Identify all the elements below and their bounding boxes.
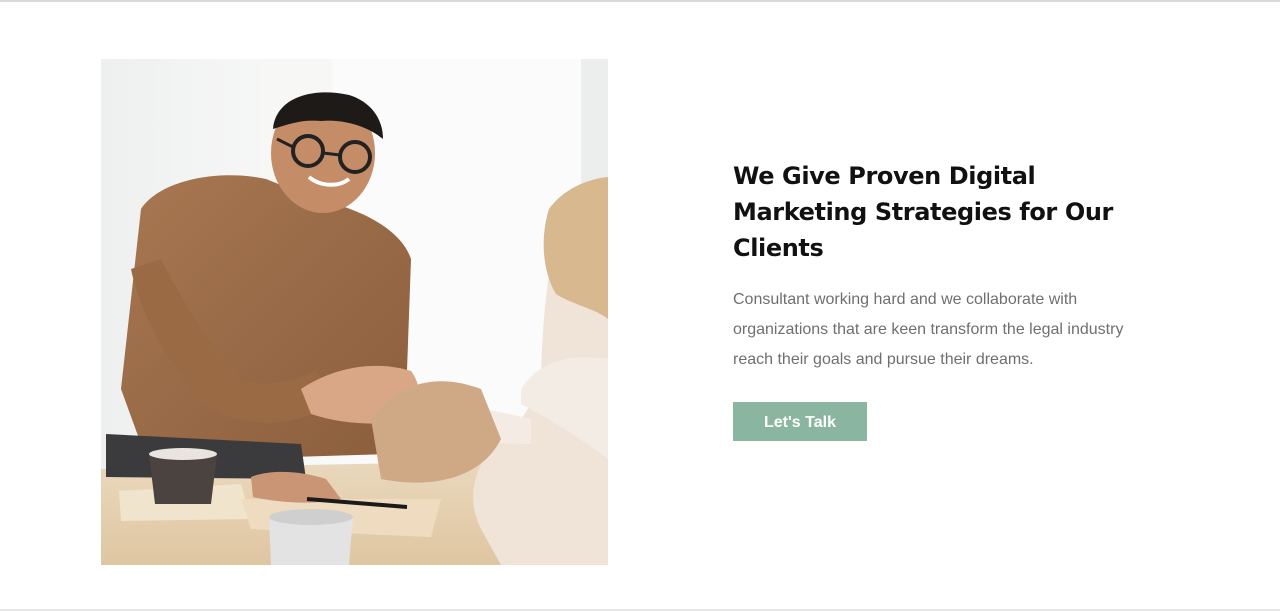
page: We Give Proven Digital Marketing Strateg… xyxy=(0,0,1280,611)
hero-headline: We Give Proven Digital Marketing Strateg… xyxy=(733,162,1113,262)
hero-body-text: Consultant working hard and we collabora… xyxy=(733,291,1124,368)
lets-talk-button[interactable]: Let's Talk xyxy=(733,402,867,441)
top-divider xyxy=(0,0,1280,2)
handshake-photo xyxy=(101,59,608,565)
hero-content: We Give Proven Digital Marketing Strateg… xyxy=(733,158,1163,441)
